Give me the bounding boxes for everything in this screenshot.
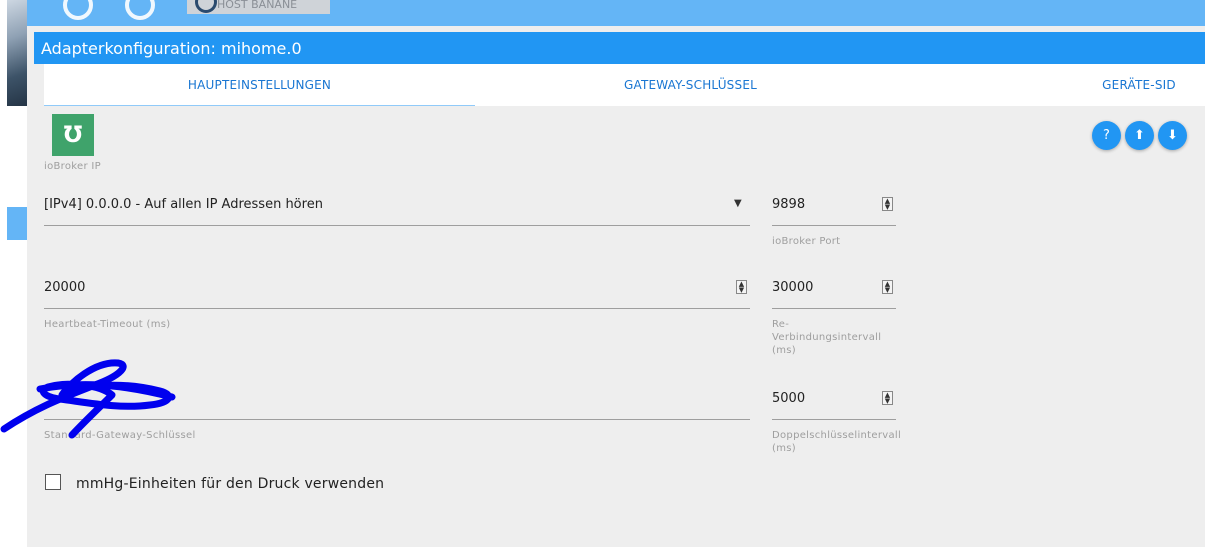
heartbeat-underline	[44, 308, 750, 309]
help-icon: ?	[1103, 128, 1110, 143]
reconnect-underline	[772, 308, 896, 309]
upload-icon: ⬆	[1134, 128, 1145, 143]
broker-port-underline	[772, 225, 896, 226]
chevron-down-icon[interactable]: ▼	[734, 198, 742, 209]
tab-gateway-keys[interactable]: GATEWAY-SCHLÜSSEL	[475, 64, 906, 106]
logo-glyph: Ʊ	[63, 122, 83, 148]
double-key-input[interactable]: 5000	[772, 391, 805, 406]
double-key-underline	[772, 419, 896, 420]
heartbeat-input[interactable]: 20000	[44, 280, 85, 295]
mihome-logo-icon: Ʊ	[52, 114, 94, 156]
double-key-label: Doppelschlüsselintervall (ms)	[772, 430, 902, 454]
tab-bar: HAUPTEINSTELLUNGEN GATEWAY-SCHLÜSSEL GER…	[44, 64, 1205, 106]
adapter-config-panel: Adapterkonfiguration: mihome.0 HAUPTEINS…	[27, 26, 1205, 547]
reconnect-input[interactable]: 30000	[772, 280, 813, 295]
tab-device-sid[interactable]: GERÄTE-SID	[1074, 64, 1204, 106]
mmhg-checkbox[interactable]	[45, 474, 61, 490]
redaction-scribble	[0, 359, 176, 439]
reconnect-stepper[interactable]: ▲ ▼	[882, 280, 893, 294]
top-toolbar: HOST BANANE	[27, 0, 1205, 26]
background-image-strip	[7, 0, 27, 106]
upload-button[interactable]: ⬆	[1125, 121, 1154, 150]
download-button[interactable]: ⬇	[1158, 121, 1187, 150]
broker-port-input[interactable]: 9898	[772, 197, 805, 212]
download-icon: ⬇	[1167, 128, 1178, 143]
side-tab[interactable]	[7, 207, 27, 240]
broker-ip-select[interactable]: [IPv4] 0.0.0.0 - Auf allen IP Adressen h…	[44, 197, 323, 212]
mmhg-checkbox-label: mmHg-Einheiten für den Druck verwenden	[76, 476, 385, 492]
dialog-title: Adapterkonfiguration: mihome.0	[34, 32, 1205, 64]
broker-port-label: ioBroker Port	[772, 236, 841, 247]
host-button-label: HOST BANANE	[217, 0, 298, 11]
heartbeat-label: Heartbeat-Timeout (ms)	[44, 319, 171, 330]
double-key-stepper[interactable]: ▲ ▼	[882, 391, 893, 405]
broker-ip-underline	[44, 225, 750, 226]
tab-main-settings[interactable]: HAUPTEINSTELLUNGEN	[44, 64, 475, 106]
reconnect-label: Re-Verbindungsintervall (ms)	[772, 319, 882, 356]
help-button[interactable]: ?	[1092, 121, 1121, 150]
info-icon	[195, 0, 217, 13]
host-button[interactable]: HOST BANANE	[187, 0, 330, 14]
search-icon[interactable]	[125, 0, 155, 20]
settings-icon[interactable]	[63, 0, 93, 20]
heartbeat-stepper[interactable]: ▲ ▼	[736, 280, 747, 294]
broker-port-stepper[interactable]: ▲ ▼	[882, 197, 893, 211]
broker-ip-label: ioBroker IP	[44, 161, 101, 172]
